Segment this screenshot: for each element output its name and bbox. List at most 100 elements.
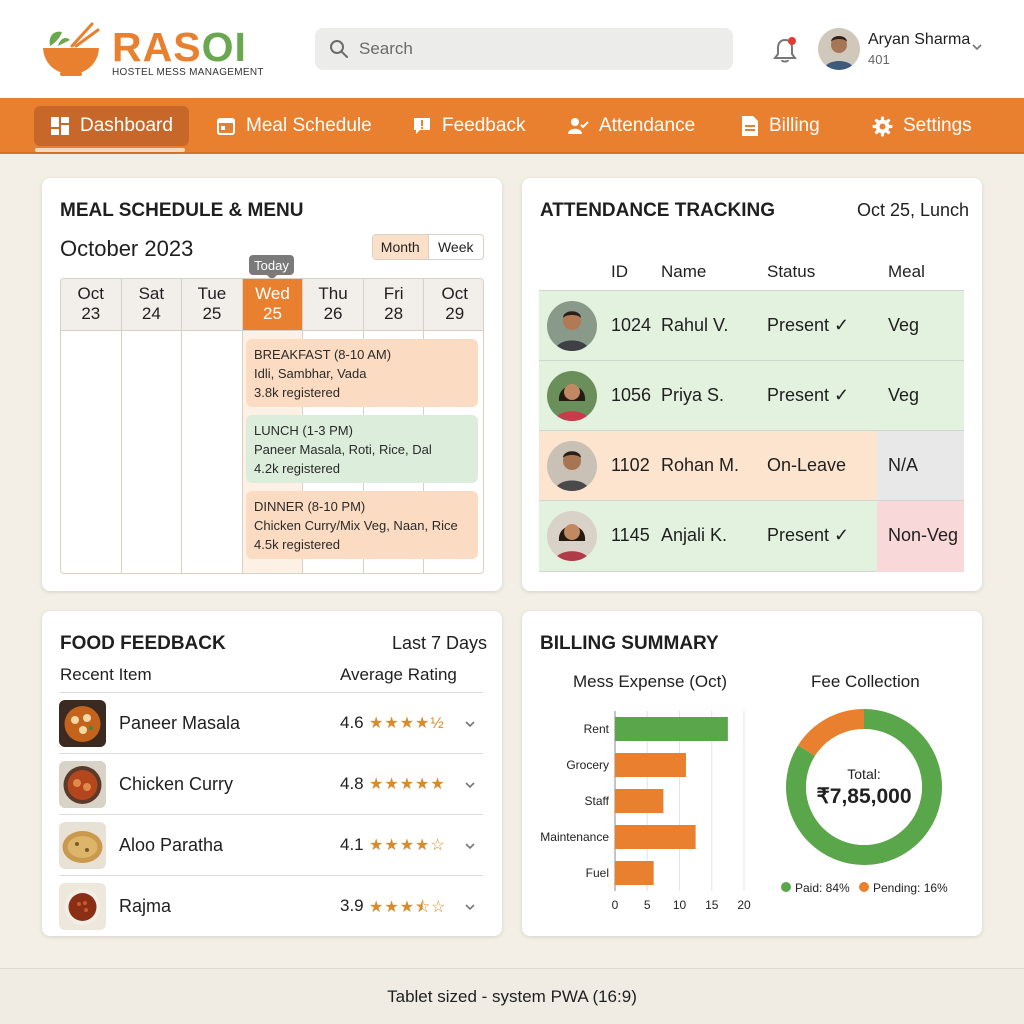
- meal-card-dinner[interactable]: DINNER (8-10 PM) Chicken Curry/Mix Veg, …: [246, 491, 478, 559]
- user-menu[interactable]: Aryan Sharma 401: [818, 28, 988, 72]
- attendance-context: Oct 25, Lunch: [857, 200, 970, 220]
- bar: [615, 825, 696, 849]
- nav-meal-schedule[interactable]: Meal Schedule: [216, 106, 372, 146]
- calendar-day-header: Oct 23: [61, 279, 121, 331]
- food-rating: 4.1: [340, 835, 364, 854]
- calendar-day[interactable]: Tue 25: [182, 279, 243, 573]
- student-meal: Veg: [888, 385, 920, 405]
- nav-feedback-label: Feedback: [442, 115, 526, 136]
- notification-badge: [788, 37, 796, 45]
- app-logo[interactable]: RASOI HOSTEL MESS MANAGEMENT: [40, 22, 270, 82]
- student-meal: Non-Veg: [888, 525, 959, 545]
- x-tick-label: 5: [644, 898, 651, 912]
- table-row[interactable]: 1024 Rahul V. Present ✓ Veg: [539, 290, 964, 360]
- x-tick-label: 15: [705, 898, 719, 912]
- calendar-icon: [217, 118, 235, 135]
- gear-icon: [872, 116, 893, 136]
- table-row[interactable]: 1056 Priya S. Present ✓ Veg: [539, 360, 964, 430]
- today-tooltip: Today: [249, 255, 294, 280]
- chevron-down-icon[interactable]: [463, 839, 477, 853]
- meal-card-lunch[interactable]: LUNCH (1-3 PM) Paneer Masala, Roti, Rice…: [246, 415, 478, 483]
- nav-feedback[interactable]: Feedback: [412, 106, 525, 146]
- day-of-week: Thu: [318, 284, 348, 303]
- billing-title: BILLING SUMMARY: [540, 633, 719, 654]
- day-date: 25: [263, 304, 282, 323]
- search-icon: [330, 40, 348, 58]
- food-rating: 4.8: [340, 774, 364, 793]
- view-week-button[interactable]: Week: [429, 235, 484, 259]
- food-name: Aloo Paratha: [119, 835, 224, 855]
- bar: [615, 861, 654, 885]
- nav-billing-label: Billing: [769, 115, 820, 136]
- user-avatar: [818, 28, 860, 70]
- col-status: Status: [767, 262, 816, 281]
- day-date: 24: [141, 304, 161, 323]
- day-of-week: Fri: [383, 284, 404, 303]
- legend-swatch: [781, 882, 791, 892]
- meal-registered: 3.8k registered: [254, 385, 340, 400]
- chevron-down-icon[interactable]: [463, 778, 477, 792]
- col-recent-item: Recent Item: [60, 665, 152, 684]
- nav-meal-schedule-label: Meal Schedule: [246, 115, 372, 136]
- calendar-day-header: Wed 25: [242, 279, 303, 331]
- meal-schedule-card: MEAL SCHEDULE & MENU October 2023 Month …: [42, 178, 502, 591]
- student-status: Present ✓: [767, 315, 850, 335]
- fee-donut-chart: Total: ₹7,85,000 Paid: 84% Pending: 16%: [781, 709, 948, 895]
- food-thumbnail: [59, 822, 106, 869]
- chevron-down-icon[interactable]: [463, 717, 477, 731]
- food-name: Paneer Masala: [119, 713, 241, 733]
- expense-chart-title: Mess Expense (Oct): [573, 672, 727, 691]
- bar: [615, 717, 728, 741]
- x-tick-label: 20: [737, 898, 751, 912]
- nav-attendance[interactable]: Attendance: [567, 106, 695, 146]
- bowl-logo-icon: [43, 22, 100, 76]
- table-row[interactable]: 1102 Rohan M. On-Leave N/A: [539, 430, 964, 501]
- day-of-week: Sat: [138, 284, 165, 303]
- star-rating: ★★★★☆: [369, 837, 446, 854]
- day-of-week: Wed: [255, 284, 290, 303]
- student-avatar: [547, 371, 597, 421]
- table-row[interactable]: 1145 Anjali K. Present ✓ Non-Veg: [539, 500, 964, 572]
- day-of-week: Oct: [441, 284, 468, 303]
- student-avatar: [547, 301, 597, 351]
- student-id: 1024: [611, 315, 652, 335]
- nav-billing[interactable]: Billing: [741, 106, 820, 146]
- meal-menu: Paneer Masala, Roti, Rice, Dal: [254, 442, 432, 457]
- meal-registered: 4.5k registered: [254, 537, 340, 552]
- legend-swatch: [859, 882, 869, 892]
- feedback-icon: [414, 118, 430, 134]
- food-rating: 3.9: [340, 896, 364, 915]
- col-id: ID: [611, 262, 628, 281]
- student-status: On-Leave: [767, 455, 847, 475]
- billing-card: BILLING SUMMARY Mess Expense (Oct) Fee C…: [522, 611, 982, 936]
- month-label: October 2023: [60, 236, 194, 261]
- nav-dashboard[interactable]: Dashboard: [34, 106, 189, 146]
- donut-center-label: Total:: [847, 766, 880, 782]
- footer-note: Tablet sized - system PWA (16:9): [0, 968, 1024, 1024]
- meal-card-breakfast[interactable]: BREAKFAST (8-10 AM) Idli, Sambhar, Vada …: [246, 339, 478, 407]
- category-label: Maintenance: [540, 830, 609, 844]
- chevron-down-icon: [972, 44, 982, 51]
- app-name-part2: OI: [201, 24, 247, 70]
- attendance-card: ATTENDANCE TRACKING Oct 25, Lunch ID Nam…: [522, 178, 982, 591]
- view-month-button[interactable]: Month: [373, 235, 429, 259]
- nav-settings[interactable]: Settings: [872, 106, 972, 146]
- day-date: 26: [323, 304, 343, 323]
- calendar-day[interactable]: Oct 23: [61, 279, 122, 573]
- chevron-down-icon[interactable]: [463, 900, 477, 914]
- meal-name: DINNER (8-10 PM): [254, 499, 366, 514]
- student-meal: Veg: [888, 315, 920, 335]
- day-date: 23: [81, 304, 101, 323]
- star-rating: ★★★★½: [369, 715, 445, 732]
- attendance-title: ATTENDANCE TRACKING: [540, 200, 776, 221]
- list-item[interactable]: Aloo Paratha 4.1 ★★★★☆: [59, 814, 483, 875]
- list-item[interactable]: Paneer Masala 4.6 ★★★★½: [59, 692, 483, 753]
- search-input[interactable]: [359, 28, 719, 70]
- calendar-day[interactable]: Sat 24: [121, 279, 183, 573]
- list-item[interactable]: Rajma 3.9 ★★★⯪☆: [59, 875, 483, 936]
- list-item[interactable]: Chicken Curry 4.8 ★★★★★: [59, 753, 483, 814]
- meal-registered: 4.2k registered: [254, 461, 340, 476]
- notifications-button[interactable]: [772, 36, 798, 64]
- legend-label: Paid: 84%: [795, 881, 850, 895]
- student-avatar: [547, 441, 597, 491]
